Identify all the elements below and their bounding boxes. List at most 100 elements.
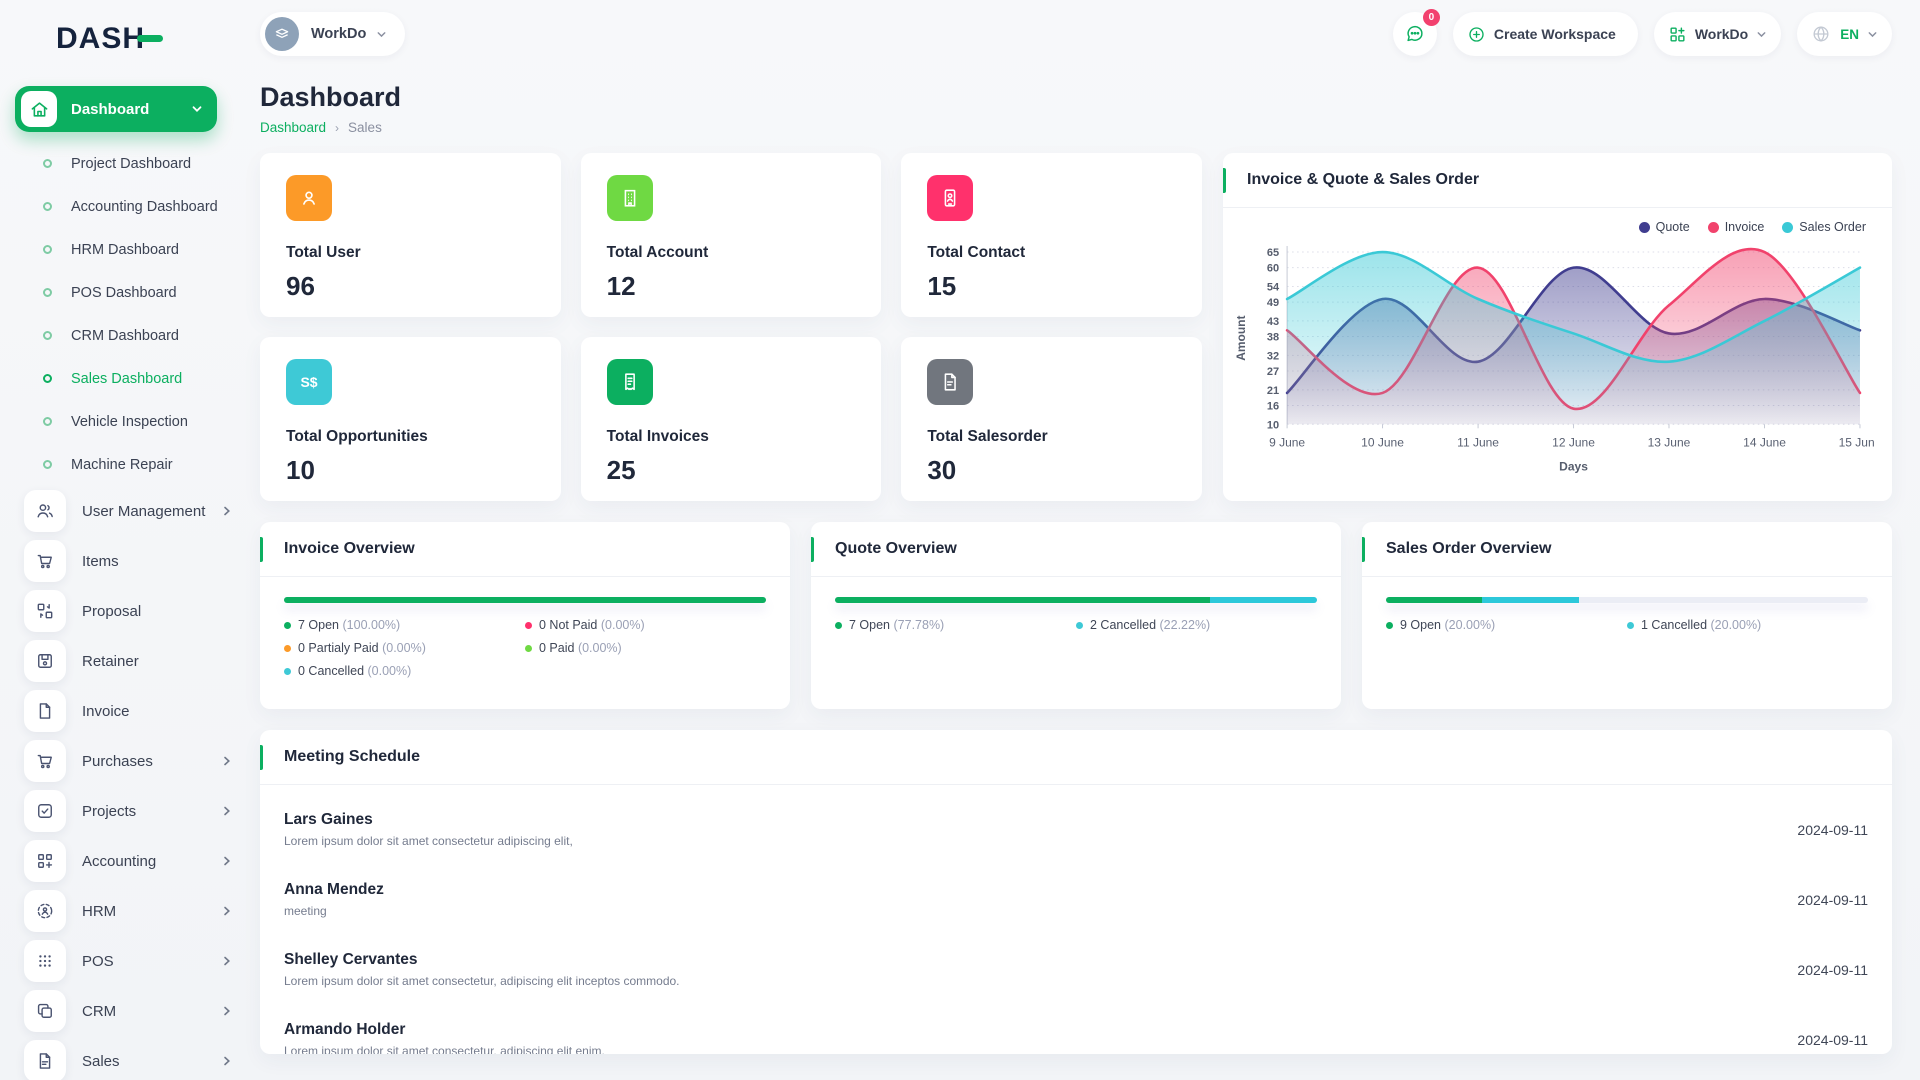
bullet-ring-icon (43, 202, 52, 211)
legend-dot (525, 645, 532, 652)
breadcrumb: Dashboard › Sales (260, 120, 1892, 135)
sidebar-item-vehicle-inspection[interactable]: Vehicle Inspection (0, 400, 248, 443)
sidebar-item-projects[interactable]: Projects (0, 786, 248, 836)
sidebar-item-pos[interactable]: POS (0, 936, 248, 986)
page-title: Dashboard (260, 82, 1892, 113)
sidebar-item-hrm-dashboard[interactable]: HRM Dashboard (0, 228, 248, 271)
legend-item: 0 Paid (0.00%) (525, 641, 766, 655)
workspace-selector[interactable]: WorkDo (260, 12, 405, 56)
legend-item: 9 Open (20.00%) (1386, 618, 1627, 632)
sales-order-overview-card: Sales Order Overview 9 Open (20.00%) 1 C… (1362, 522, 1892, 709)
sidebar-dashboard-label: Dashboard (71, 101, 191, 118)
chevron-right-icon (222, 956, 232, 966)
app-root: DASH Dashboard Project Dashboard Account… (0, 0, 1920, 1080)
sidebar-item-pos-dashboard[interactable]: POS Dashboard (0, 271, 248, 314)
sidebar-item-sales-dashboard[interactable]: Sales Dashboard (0, 357, 248, 400)
meeting-date: 2024-09-11 (1797, 892, 1868, 908)
stat-card-total-invoices: Total Invoices 25 (581, 337, 882, 501)
messages-button[interactable]: 0 (1393, 12, 1437, 56)
svg-text:49: 49 (1267, 297, 1279, 309)
sidebar-item-invoice[interactable]: Invoice (0, 686, 248, 736)
language-selector[interactable]: EN (1797, 12, 1892, 56)
bullet-ring-icon (43, 374, 52, 383)
purchases-icon (24, 740, 66, 782)
accounting-icon (24, 840, 66, 882)
meeting-date: 2024-09-11 (1797, 1032, 1868, 1048)
page-header: Dashboard Dashboard › Sales (260, 82, 1892, 135)
legend-item: 7 Open (77.78%) (835, 618, 1076, 632)
breadcrumb-separator: › (335, 121, 339, 135)
sales-icon (24, 1040, 66, 1080)
projects-icon (24, 790, 66, 832)
legend-dot (835, 622, 842, 629)
svg-text:13 June: 13 June (1648, 435, 1691, 449)
invoice-overview-progress (284, 597, 766, 603)
main-content: WorkDo 0 Create Workspace WorkDo (248, 0, 1920, 1080)
bullet-ring-icon (43, 417, 52, 426)
brand-logo-text: DASH (56, 22, 145, 56)
sidebar-item-machine-repair[interactable]: Machine Repair (0, 443, 248, 486)
legend-dot (1386, 622, 1393, 629)
brand-logo[interactable]: DASH (56, 22, 248, 56)
sidebar-item-user-management[interactable]: User Management (0, 486, 248, 536)
legend-item: 0 Partialy Paid (0.00%) (284, 641, 525, 655)
chat-icon (1404, 23, 1426, 45)
legend-item: 0 Cancelled (0.00%) (284, 664, 525, 678)
breadcrumb-current: Sales (348, 120, 382, 135)
meeting-row: Shelley CervantesLorem ipsum dolor sit a… (260, 936, 1892, 1003)
chevron-right-icon (222, 756, 232, 766)
pos-icon (24, 940, 66, 982)
legend-item: 1 Cancelled (20.00%) (1627, 618, 1868, 632)
svg-text:65: 65 (1267, 247, 1279, 259)
bullet-ring-icon (43, 331, 52, 340)
overview-row: Invoice Overview 7 Open (100.00%) 0 Not … (260, 522, 1892, 709)
grid-icon (1668, 25, 1687, 44)
meeting-date: 2024-09-11 (1797, 962, 1868, 978)
legend-item: 2 Cancelled (22.22%) (1076, 618, 1317, 632)
chevron-down-icon (191, 103, 203, 115)
chevron-down-icon (1867, 29, 1878, 40)
sales-order-overview-legend: 9 Open (20.00%) 1 Cancelled (20.00%) (1386, 618, 1868, 632)
svg-text:21: 21 (1267, 385, 1279, 397)
sidebar-item-accounting[interactable]: Accounting (0, 836, 248, 886)
svg-text:54: 54 (1267, 281, 1280, 293)
svg-text:43: 43 (1267, 316, 1279, 328)
sidebar-item-hrm[interactable]: HRM (0, 886, 248, 936)
dashboard-submenu: Project Dashboard Accounting Dashboard H… (0, 142, 248, 486)
sidebar-item-proposal[interactable]: Proposal (0, 586, 248, 636)
sidebar-item-crm-dashboard[interactable]: CRM Dashboard (0, 314, 248, 357)
language-code: EN (1840, 27, 1859, 42)
legend-dot (284, 645, 291, 652)
sidebar-item-dashboard[interactable]: Dashboard (15, 86, 217, 132)
chart-legend-item: Quote (1639, 220, 1690, 234)
meeting-date: 2024-09-11 (1797, 822, 1868, 838)
sidebar-item-items[interactable]: Items (0, 536, 248, 586)
brand-logo-dash (137, 35, 163, 42)
users-icon (24, 490, 66, 532)
legend-item: 7 Open (100.00%) (284, 618, 525, 632)
sidebar-item-purchases[interactable]: Purchases (0, 736, 248, 786)
svg-text:11 June: 11 June (1457, 435, 1499, 449)
legend-dot (1782, 222, 1793, 233)
legend-dot (1076, 622, 1083, 629)
legend-dot (525, 622, 532, 629)
stat-card-total-account: Total Account 12 (581, 153, 882, 317)
notification-badge: 0 (1423, 9, 1440, 26)
sidebar-item-project-dashboard[interactable]: Project Dashboard (0, 142, 248, 185)
svg-text:27: 27 (1267, 366, 1279, 378)
sidebar-item-retainer[interactable]: Retainer (0, 636, 248, 686)
sidebar-item-accounting-dashboard[interactable]: Accounting Dashboard (0, 185, 248, 228)
stat-card-total-contact: Total Contact 15 (901, 153, 1202, 317)
home-icon (21, 91, 57, 127)
globe-icon (1811, 24, 1831, 44)
chart-legend-item: Invoice (1708, 220, 1765, 234)
sidebar: DASH Dashboard Project Dashboard Account… (0, 0, 248, 1080)
workspace-avatar (265, 17, 299, 51)
currency-icon: S$ (286, 359, 332, 405)
sidebar-item-sales[interactable]: Sales (0, 1036, 248, 1080)
app-switcher-button[interactable]: WorkDo (1654, 12, 1781, 56)
sidebar-item-crm[interactable]: CRM (0, 986, 248, 1036)
create-workspace-button[interactable]: Create Workspace (1453, 12, 1638, 56)
breadcrumb-dashboard-link[interactable]: Dashboard (260, 120, 326, 135)
workspace-name: WorkDo (311, 26, 366, 42)
